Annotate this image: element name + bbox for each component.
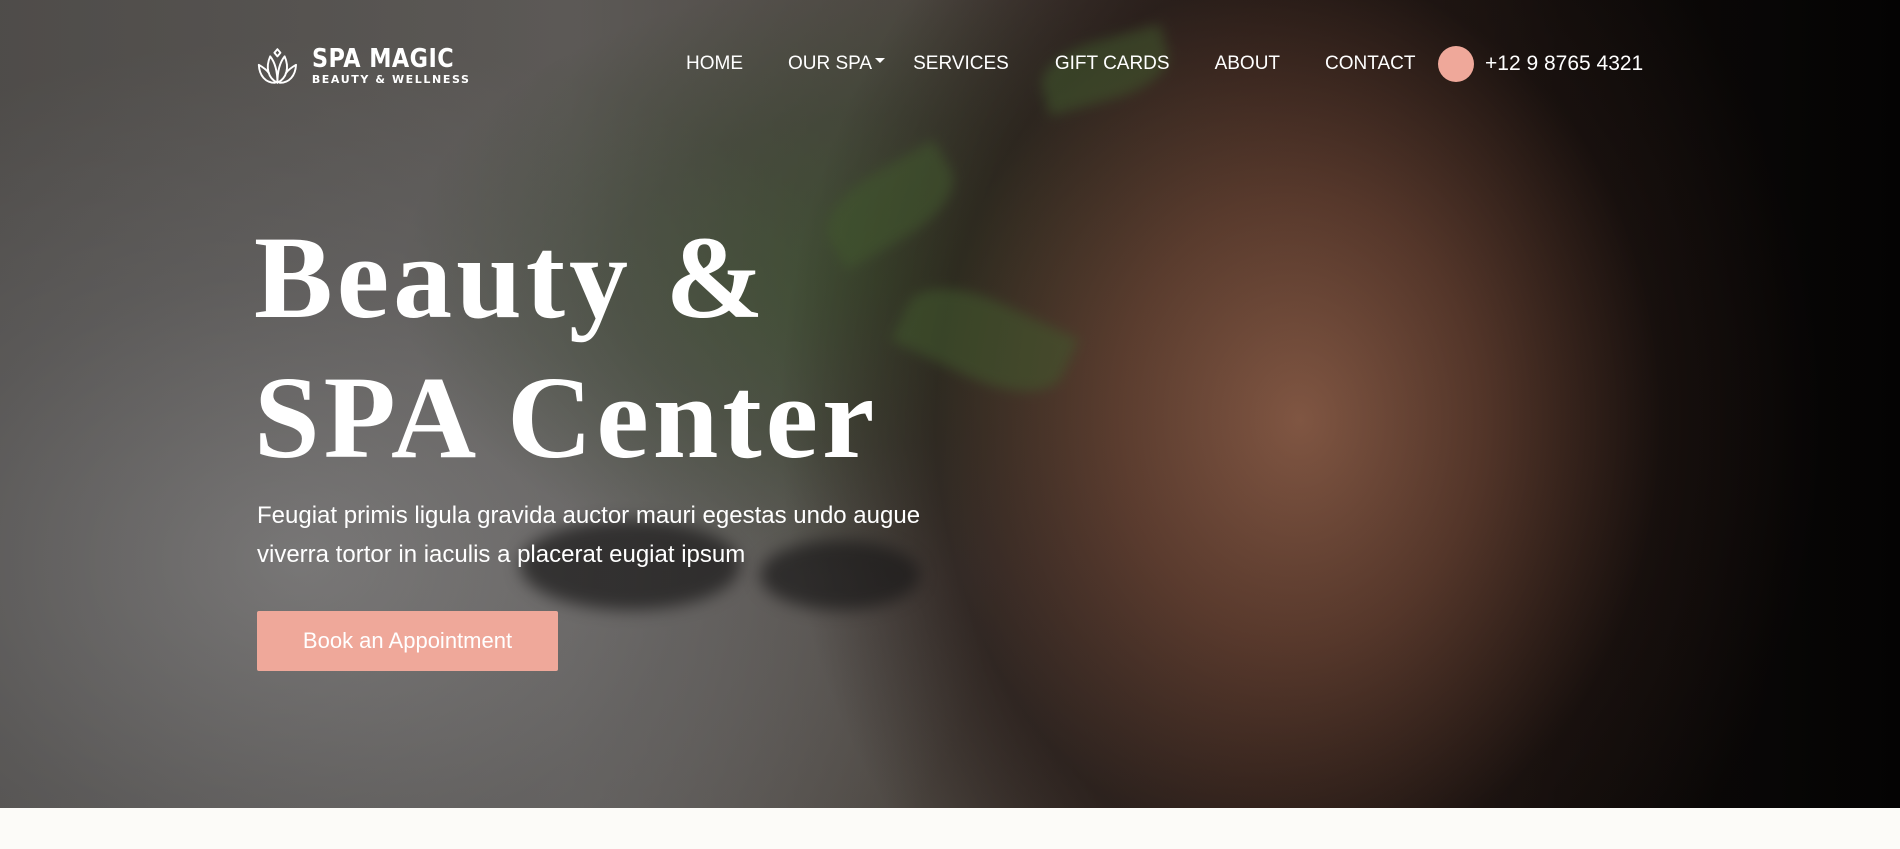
nav-services[interactable]: SERVICES: [913, 53, 1009, 75]
brand-name: SPA MAGIC: [311, 44, 454, 74]
nav-our-spa-label: OUR SPA: [788, 53, 873, 74]
book-appointment-button[interactable]: Book an Appointment: [257, 611, 558, 671]
brand-tagline: BEAUTY & WELLNESS: [311, 73, 471, 86]
nav-home[interactable]: HOME: [686, 53, 743, 75]
hero-subtitle: Feugiat primis ligula gravida auctor mau…: [257, 502, 921, 568]
hero-title-line2: SPA Center: [254, 352, 879, 483]
lotus-icon: [257, 48, 297, 84]
nav-contact[interactable]: CONTACT: [1325, 53, 1415, 75]
main-nav: HOME OUR SPA SERVICES GIFT CARDS ABOUT C…: [686, 50, 1415, 78]
phone-number: +12 9 8765 4321: [1485, 52, 1644, 75]
next-section: [0, 808, 1900, 849]
hero-title: Beauty & SPA Center: [254, 208, 878, 488]
nav-gift-cards[interactable]: GIFT CARDS: [1055, 53, 1170, 75]
phone-icon: [1438, 46, 1474, 82]
hero-title-line1: Beauty &: [254, 212, 768, 343]
chevron-down-icon: [875, 57, 886, 63]
site-header: SPA MAGIC BEAUTY & WELLNESS HOME OUR SPA…: [0, 0, 1900, 128]
brand-text: SPA MAGIC BEAUTY & WELLNESS: [312, 45, 477, 87]
phone-link[interactable]: +12 9 8765 4321: [1438, 46, 1643, 82]
hero-section: SPA MAGIC BEAUTY & WELLNESS HOME OUR SPA…: [0, 0, 1900, 808]
brand-logo[interactable]: SPA MAGIC BEAUTY & WELLNESS: [257, 34, 477, 98]
nav-our-spa[interactable]: OUR SPA: [788, 53, 886, 75]
nav-about[interactable]: ABOUT: [1215, 53, 1280, 75]
